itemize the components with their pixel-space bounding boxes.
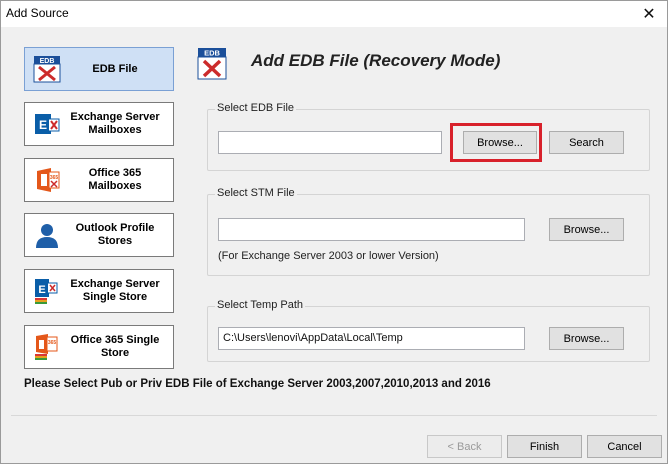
stm-file-group: Select STM File Browse... (For Exchange …: [207, 187, 650, 276]
stm-file-legend: Select STM File: [215, 187, 297, 199]
exchange-single-store-icon: E: [33, 277, 61, 305]
page-title: Add EDB File (Recovery Mode): [251, 51, 501, 70]
sidebar-item-exchange-single-store[interactable]: E Exchange Server Single Store: [24, 269, 174, 313]
edb-icon: EDB: [33, 55, 61, 83]
edb-icon: EDB: [197, 47, 227, 81]
temp-browse-button[interactable]: Browse...: [549, 327, 624, 350]
sidebar-item-label: Outlook Profile Stores: [75, 222, 155, 247]
svg-text:365: 365: [48, 340, 57, 346]
svg-text:EDB: EDB: [204, 49, 220, 58]
sidebar-item-edb-file[interactable]: EDB EDB File: [24, 47, 174, 91]
svg-text:E: E: [38, 284, 45, 296]
edb-version-hint: Please Select Pub or Priv EDB File of Ex…: [24, 378, 491, 390]
temp-path-input[interactable]: C:\Users\lenovi\AppData\Local\Temp: [218, 327, 525, 350]
sidebar-item-label: Exchange Server Mailboxes: [70, 111, 160, 136]
back-button[interactable]: < Back: [427, 435, 502, 458]
footer-divider: [11, 415, 657, 416]
outlook-profile-icon: [33, 221, 61, 249]
sidebar-item-outlook-profile-stores[interactable]: Outlook Profile Stores: [24, 213, 174, 257]
svg-text:E: E: [39, 118, 47, 132]
svg-text:365: 365: [50, 175, 59, 181]
edb-path-input[interactable]: [218, 131, 442, 154]
edb-file-legend: Select EDB File: [215, 102, 297, 114]
edb-search-button[interactable]: Search: [549, 131, 624, 154]
edb-file-group: Select EDB File Browse... Search: [207, 102, 650, 171]
sidebar-item-label: EDB File: [92, 62, 138, 75]
add-source-dialog: Add Source ✕ EDB EDB File E Exchange Ser…: [0, 0, 668, 464]
sidebar-item-office365-single-store[interactable]: 365 Office 365 Single Store: [24, 325, 174, 369]
sidebar-item-label: Office 365 Mailboxes: [88, 167, 142, 192]
stm-browse-button[interactable]: Browse...: [549, 218, 624, 241]
office365-single-store-icon: 365: [33, 333, 61, 361]
sidebar-item-office365-mailboxes[interactable]: 365 Office 365 Mailboxes: [24, 158, 174, 202]
temp-path-legend: Select Temp Path: [215, 299, 306, 311]
dialog-content: EDB EDB File E Exchange Server Mailboxes: [11, 35, 657, 415]
cancel-button[interactable]: Cancel: [587, 435, 662, 458]
office365-icon: 365: [33, 166, 61, 194]
sidebar-item-exchange-mailboxes[interactable]: E Exchange Server Mailboxes: [24, 102, 174, 146]
stm-version-note: (For Exchange Server 2003 or lower Versi…: [218, 250, 439, 262]
title-bar: Add Source ✕: [1, 1, 667, 27]
exchange-icon: E: [33, 110, 61, 138]
sidebar-item-label: Office 365 Single Store: [70, 334, 160, 359]
temp-path-group: Select Temp Path C:\Users\lenovi\AppData…: [207, 299, 650, 362]
window-title: Add Source: [6, 6, 69, 20]
close-icon[interactable]: ✕: [631, 1, 667, 27]
browse-highlight-box: [450, 123, 542, 162]
sidebar-item-label: Exchange Server Single Store: [70, 278, 160, 303]
finish-button[interactable]: Finish: [507, 435, 582, 458]
stm-path-input[interactable]: [218, 218, 525, 241]
